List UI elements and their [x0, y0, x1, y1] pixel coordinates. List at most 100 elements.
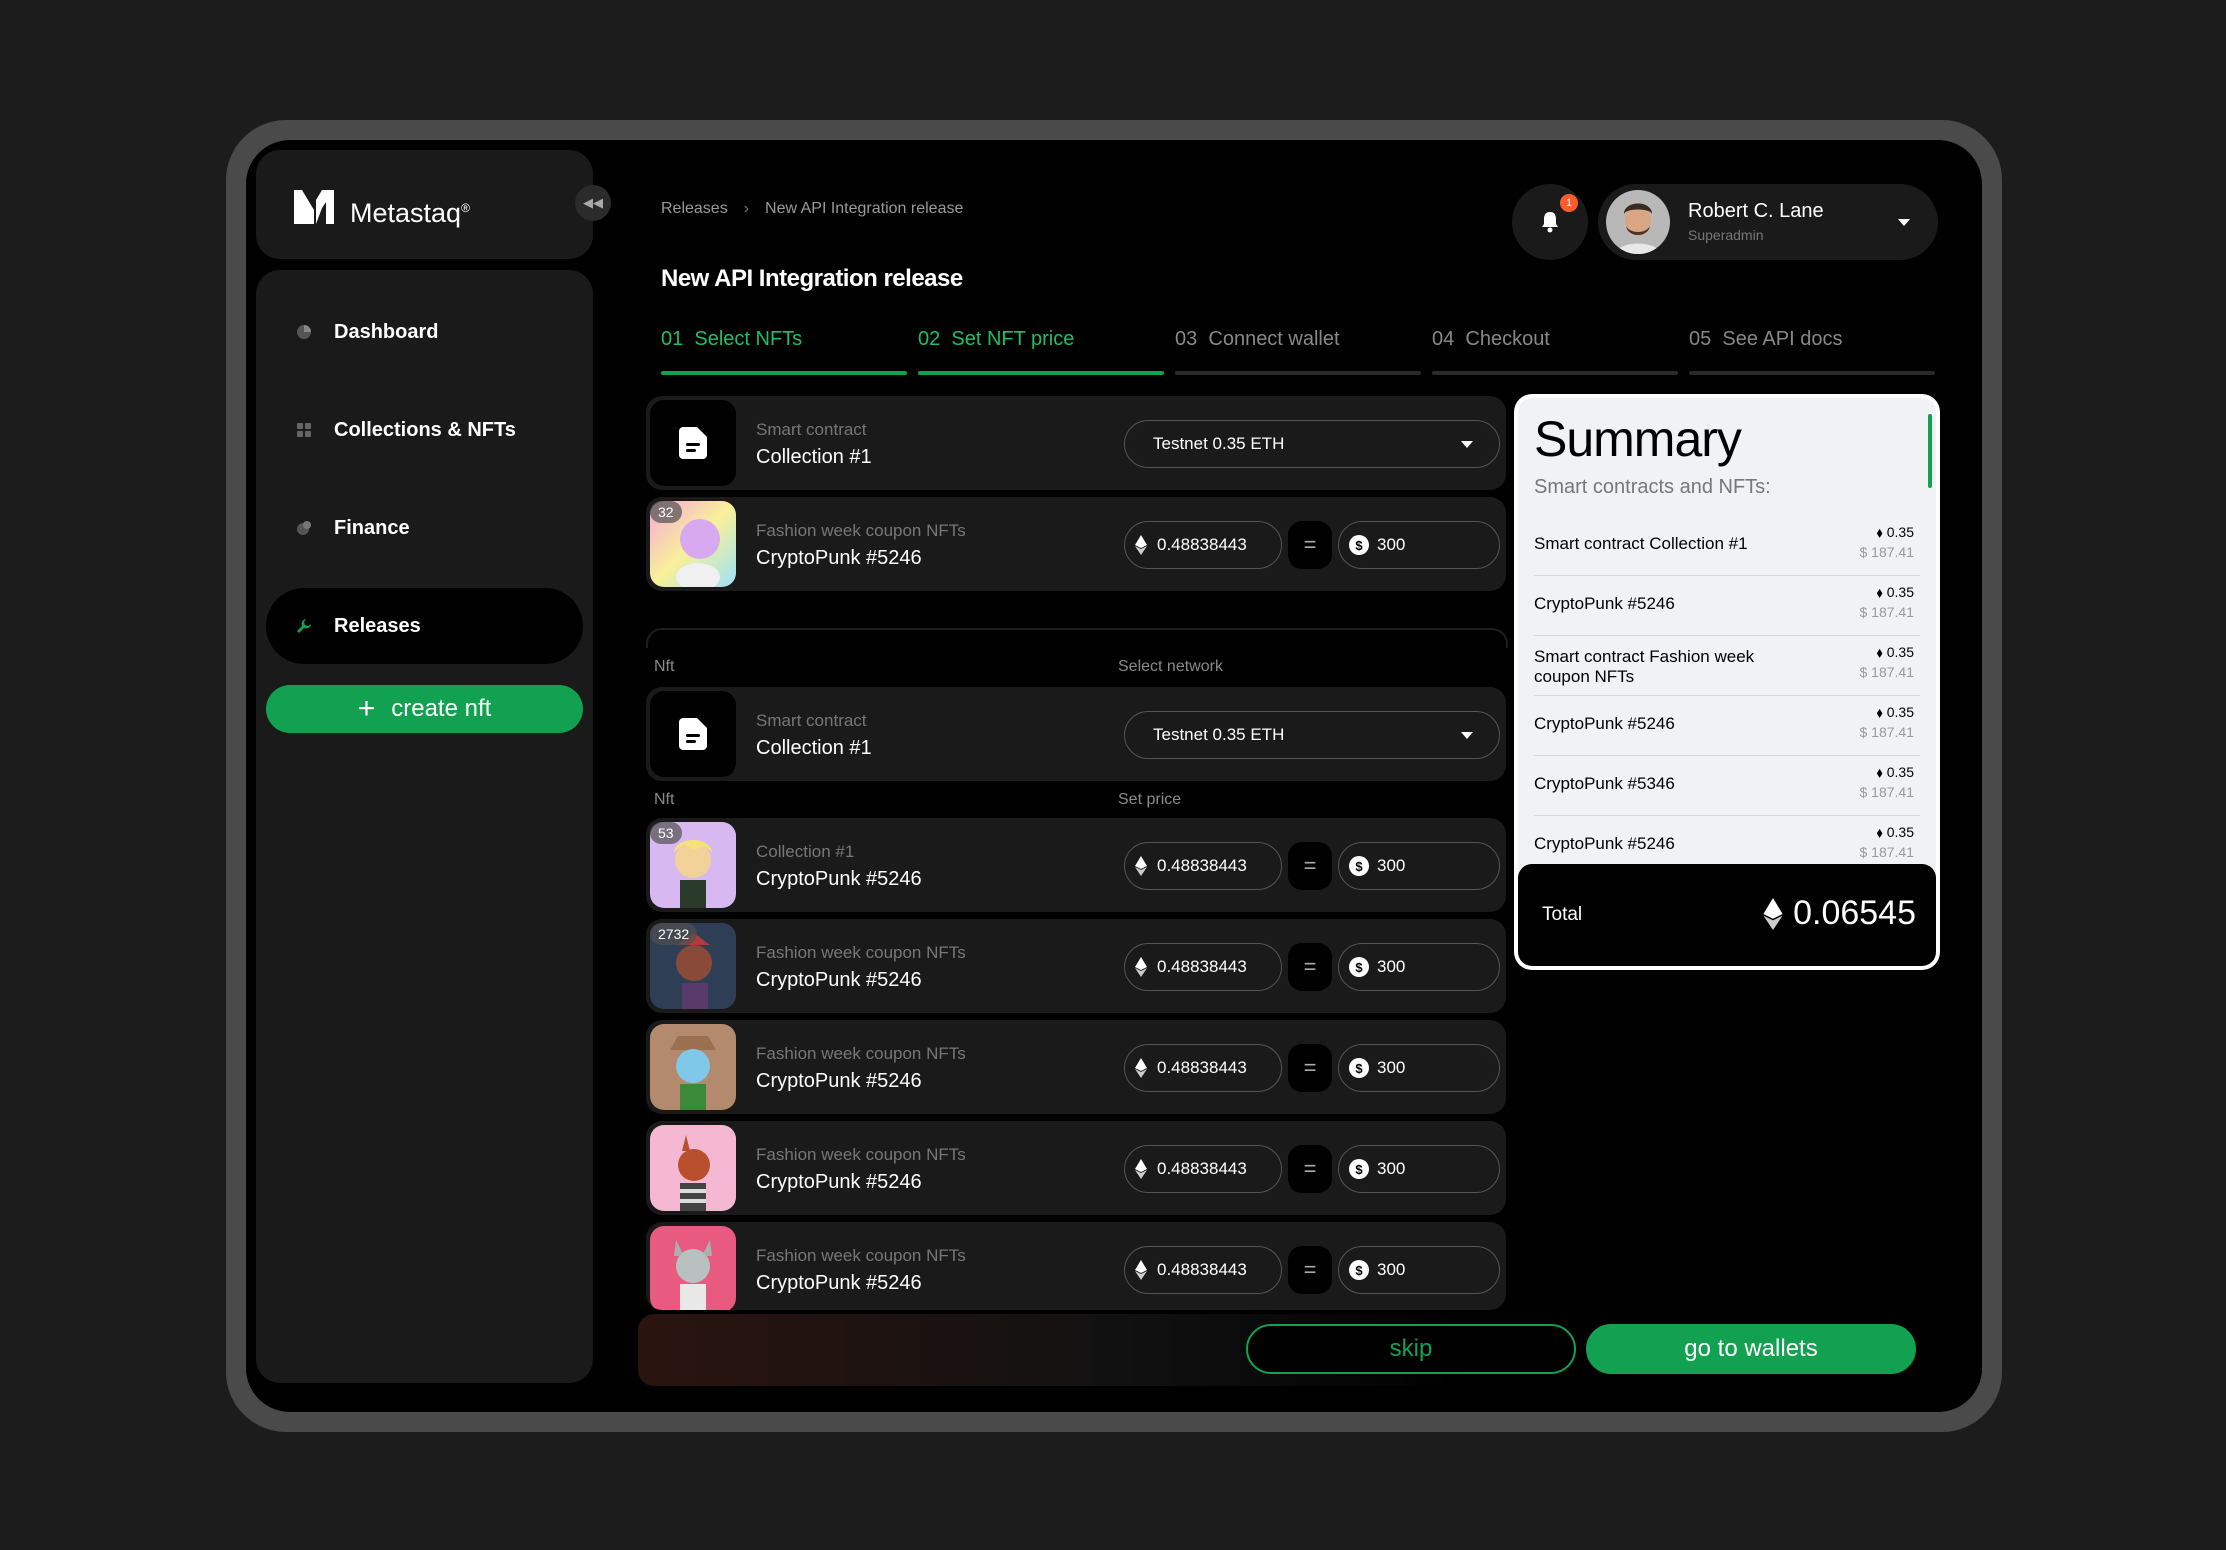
- grid-icon: [297, 423, 311, 437]
- equals-icon: =: [1288, 1246, 1332, 1294]
- summary-item-name: CryptoPunk #5246: [1534, 594, 1675, 613]
- sidebar-item-collections[interactable]: Collections & NFTs: [266, 392, 583, 468]
- step-label: Connect wallet: [1208, 328, 1340, 350]
- sidebar-nav: Dashboard Collections & NFTs Finance Rel…: [256, 270, 593, 1383]
- nft-thumb: [650, 1024, 736, 1110]
- usd-price-input[interactable]: $ 300: [1338, 1246, 1500, 1294]
- nft-column-label: Nft: [654, 791, 675, 808]
- usd-price-value: 300: [1377, 957, 1406, 976]
- eth-price-value: 0.48838443: [1157, 957, 1247, 976]
- nft-subtitle: Fashion week coupon NFTs: [756, 1145, 966, 1164]
- nft-row: Fashion week coupon NFTs CryptoPunk #524…: [646, 1020, 1506, 1114]
- nft-row: 53 Collection #1 CryptoPunk #5246 0.4883…: [646, 818, 1506, 912]
- step-number: 01: [661, 328, 684, 350]
- eth-price-input[interactable]: 0.48838443: [1124, 1145, 1282, 1193]
- summary-item-name: CryptoPunk #5246: [1534, 834, 1675, 853]
- usd-price-value: 300: [1377, 1260, 1406, 1279]
- brand-card: Metastaq®: [256, 150, 593, 259]
- ethereum-icon: [1135, 535, 1147, 555]
- chevron-down-icon: [1461, 732, 1473, 739]
- eth-price-input[interactable]: 0.48838443: [1124, 1246, 1282, 1294]
- skip-button[interactable]: skip: [1246, 1324, 1576, 1374]
- summary-item: Smart contract Collection #1 ⬧ 0.35 $ 18…: [1534, 516, 1920, 576]
- network-select[interactable]: Testnet 0.35 ETH: [1124, 420, 1500, 468]
- contract-row: Smart contract Collection #1 Testnet 0.3…: [646, 687, 1506, 781]
- sidebar-item-releases[interactable]: Releases: [266, 588, 583, 664]
- nft-row: 32 Fashion week coupon NFTs CryptoPunk #…: [646, 497, 1506, 591]
- step-label: Select NFTs: [694, 328, 803, 350]
- step-checkout[interactable]: 04 Checkout: [1432, 328, 1678, 375]
- total-label: Total: [1542, 904, 1583, 925]
- step-set-nft-price[interactable]: 02 Set NFT price: [918, 328, 1164, 375]
- breadcrumb-root[interactable]: Releases: [661, 200, 728, 218]
- step-number: 02: [918, 328, 941, 350]
- document-icon: [679, 718, 707, 750]
- step-connect-wallet[interactable]: 03 Connect wallet: [1175, 328, 1421, 375]
- metastaq-logo-icon: [294, 190, 334, 224]
- step-select-nfts[interactable]: 01 Select NFTs: [661, 328, 907, 375]
- summary-item-name: CryptoPunk #5246: [1534, 714, 1675, 733]
- eth-price-input[interactable]: 0.48838443: [1124, 521, 1282, 569]
- nft-subtitle: Fashion week coupon NFTs: [756, 943, 966, 962]
- summary-subtitle: Smart contracts and NFTs:: [1534, 476, 1771, 498]
- contract-row: Smart contract Collection #1 Testnet 0.3…: [646, 396, 1506, 490]
- usd-price-input[interactable]: $ 300: [1338, 1044, 1500, 1092]
- usd-price-input[interactable]: $ 300: [1338, 943, 1500, 991]
- usd-price-input[interactable]: $ 300: [1338, 842, 1500, 890]
- eth-price-value: 0.48838443: [1157, 535, 1247, 554]
- usd-price-value: 300: [1377, 1159, 1406, 1178]
- page-title: New API Integration release: [661, 265, 963, 292]
- nft-thumb: [650, 1125, 736, 1211]
- usd-price-input[interactable]: $ 300: [1338, 521, 1500, 569]
- eth-price-input[interactable]: 0.48838443: [1124, 842, 1282, 890]
- summary-item: Smart contract Fashion week coupon NFTs …: [1534, 636, 1920, 696]
- nft-count-badge: 53: [650, 822, 682, 844]
- ethereum-icon: [1135, 1159, 1147, 1179]
- eth-price-value: 0.48838443: [1157, 1260, 1247, 1279]
- sidebar-item-label: Finance: [334, 516, 410, 539]
- eth-price-input[interactable]: 0.48838443: [1124, 1044, 1282, 1092]
- notification-badge: 1: [1560, 194, 1578, 212]
- summary-item-eth: ⬧ 0.35: [1876, 764, 1914, 780]
- collapse-sidebar-button[interactable]: ◀◀: [575, 185, 611, 221]
- create-nft-button[interactable]: + create nft: [266, 685, 583, 733]
- usd-price-value: 300: [1377, 856, 1406, 875]
- sidebar-item-dashboard[interactable]: Dashboard: [266, 294, 583, 370]
- device-frame: Metastaq® ◀◀ Dashboard Collections & NFT…: [226, 120, 2002, 1432]
- usd-price-input[interactable]: $ 300: [1338, 1145, 1500, 1193]
- step-progress-bar: [1432, 371, 1678, 375]
- sidebar-item-label: Collections & NFTs: [334, 418, 516, 441]
- summary-item-eth: ⬧ 0.35: [1876, 644, 1914, 660]
- total-value: 0.06545: [1763, 894, 1916, 933]
- summary-scrollbar[interactable]: [1928, 414, 1932, 488]
- usd-price-value: 300: [1377, 1058, 1406, 1077]
- breadcrumb-current: New API Integration release: [765, 200, 964, 217]
- step-see-api-docs[interactable]: 05 See API docs: [1689, 328, 1935, 375]
- dashboard-icon: [297, 325, 311, 339]
- nft-title: CryptoPunk #5246: [756, 1272, 922, 1294]
- nft-title: CryptoPunk #5246: [756, 1171, 922, 1193]
- summary-item-usd: $ 187.41: [1859, 664, 1915, 680]
- nft-thumb: [650, 1226, 736, 1310]
- step-number: 03: [1175, 328, 1198, 350]
- summary-item-usd: $ 187.41: [1859, 844, 1915, 860]
- ethereum-icon: [1135, 1260, 1147, 1280]
- price-column-label: Set price: [1118, 791, 1182, 808]
- sidebar-item-finance[interactable]: Finance: [266, 490, 583, 566]
- summary-item-usd: $ 187.41: [1859, 784, 1915, 800]
- notifications-button[interactable]: 1: [1512, 184, 1588, 260]
- equals-icon: =: [1288, 1044, 1332, 1092]
- summary-item-usd: $ 187.41: [1859, 604, 1915, 620]
- summary-item-name: CryptoPunk #5346: [1534, 774, 1675, 793]
- eth-price-input[interactable]: 0.48838443: [1124, 943, 1282, 991]
- user-profile-menu[interactable]: Robert C. Lane Superadmin: [1598, 184, 1938, 260]
- step-number: 05: [1689, 328, 1712, 350]
- network-select[interactable]: Testnet 0.35 ETH: [1124, 711, 1500, 759]
- go-to-wallets-button[interactable]: go to wallets: [1586, 1324, 1916, 1374]
- ethereum-icon: [1135, 957, 1147, 977]
- summary-total: Total 0.06545: [1518, 864, 1936, 966]
- network-select-value: Testnet 0.35 ETH: [1153, 725, 1285, 744]
- usd-price-value: 300: [1377, 535, 1406, 554]
- step-label: Checkout: [1465, 328, 1550, 350]
- bell-icon: [1542, 212, 1558, 233]
